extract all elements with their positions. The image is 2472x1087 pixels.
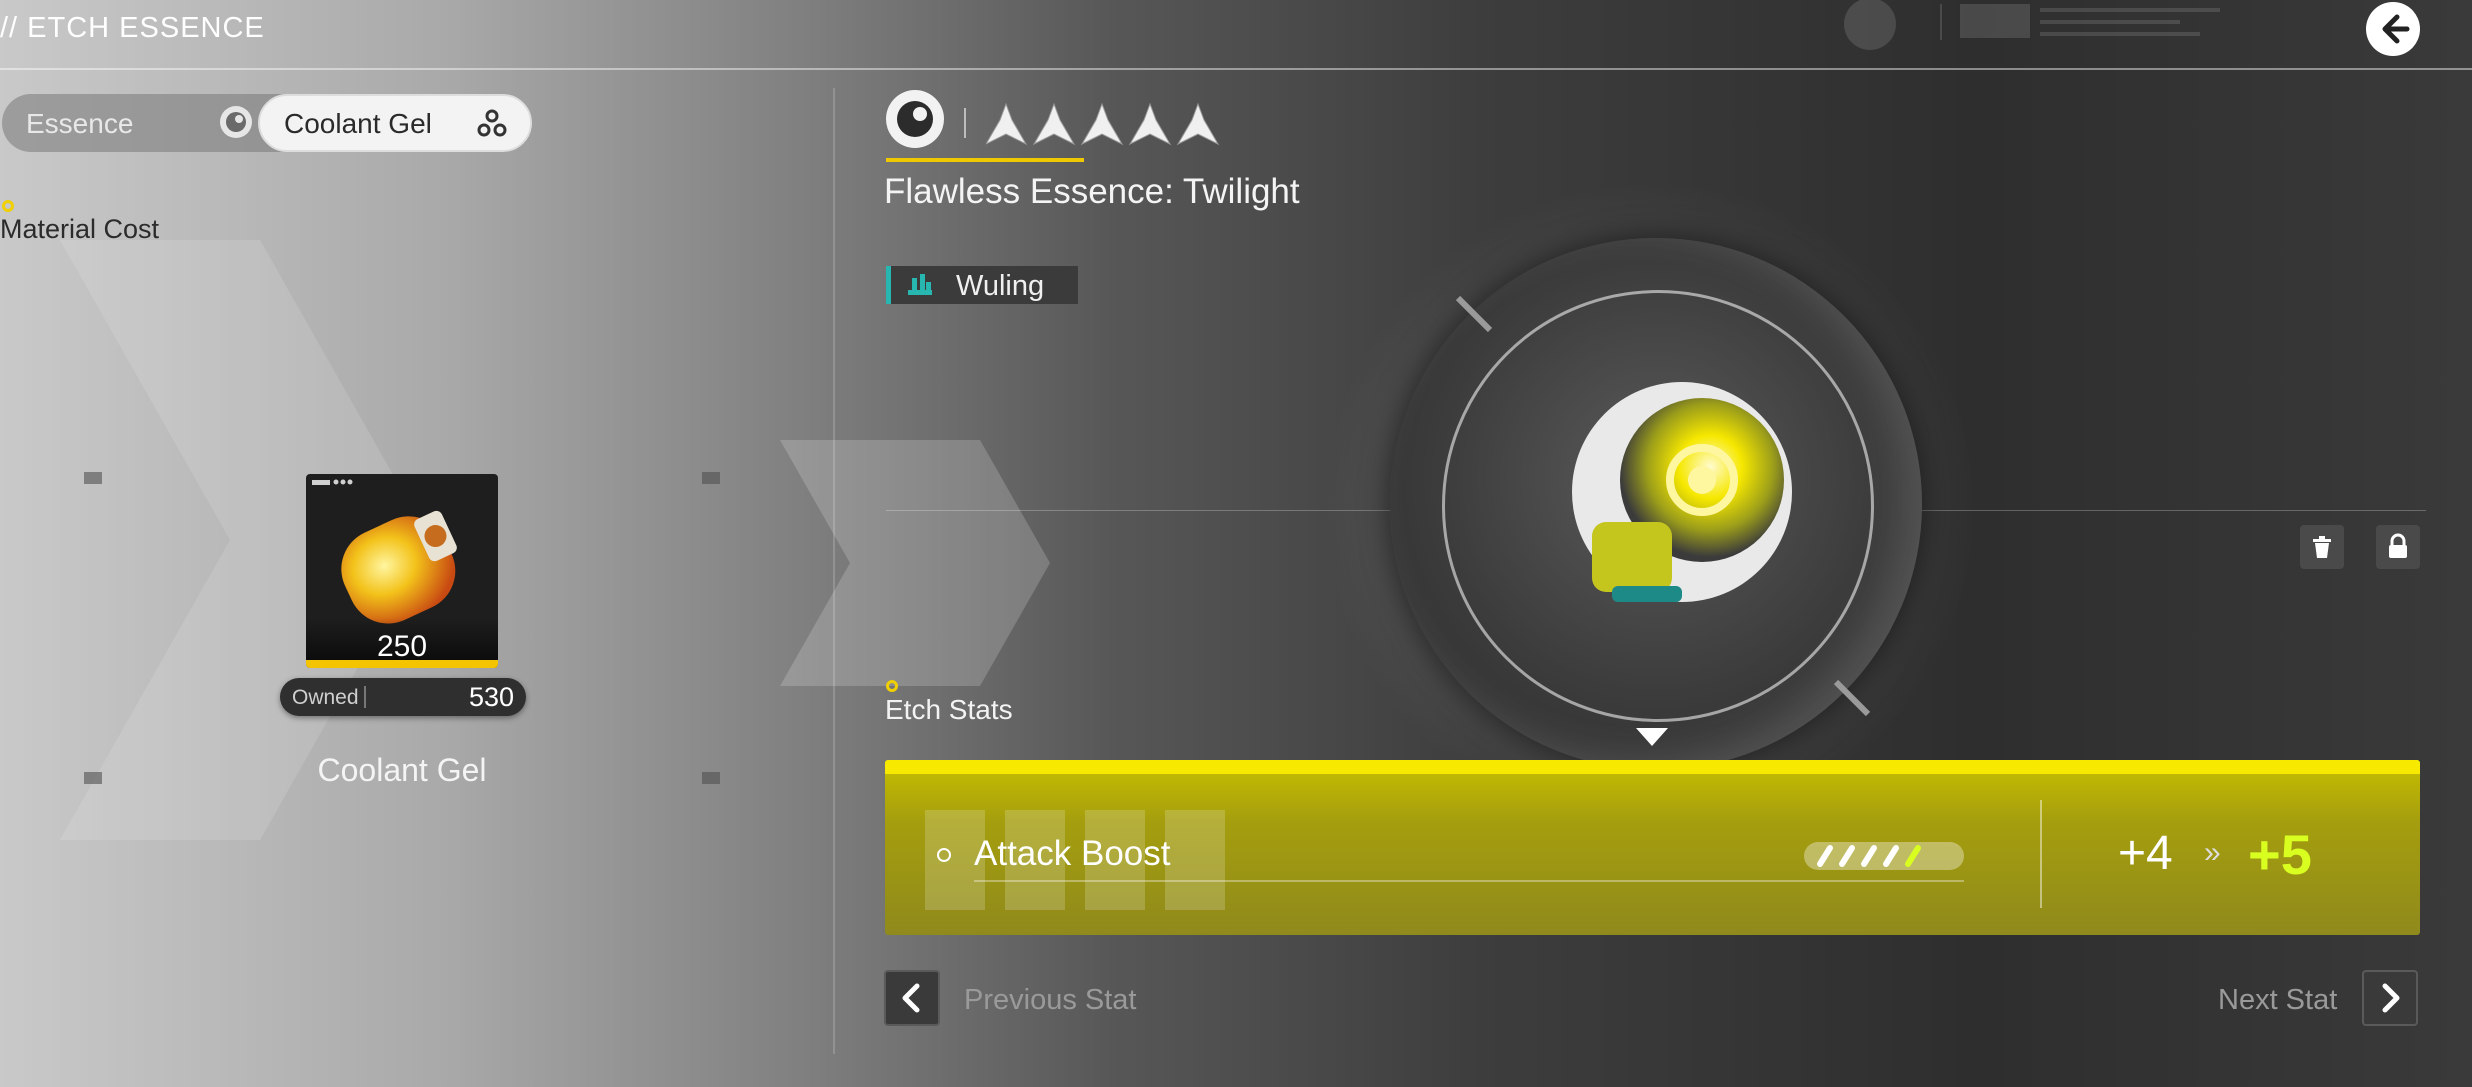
orb-tick-mark: [1455, 295, 1493, 333]
lock-icon: [2389, 533, 2407, 558]
material-quantity: 250: [376, 630, 428, 663]
level-pip: [1905, 845, 1921, 867]
previous-stat-button[interactable]: [884, 970, 940, 1026]
orb-tick-mark: [1833, 679, 1871, 717]
section-marker-icon: [2, 200, 14, 212]
tab-essence[interactable]: Essence: [26, 108, 133, 140]
rarity-stars-icon: [986, 102, 1220, 146]
header-decoration: [1844, 0, 2220, 50]
stat-level-pips: [1804, 842, 1964, 870]
next-stat-label[interactable]: Next Stat: [2218, 984, 2337, 1017]
owned-label: Owned: [292, 686, 359, 709]
level-pip: [1839, 845, 1855, 867]
tab-coolant-gel-label[interactable]: Coolant Gel: [284, 108, 432, 140]
discard-button[interactable]: [2300, 525, 2344, 569]
stat-new-value: +5: [2248, 823, 2312, 886]
essence-name: Flawless Essence: Twilight: [884, 172, 1300, 211]
stat-arrow-icon: »: [2204, 836, 2221, 869]
level-pip: [1817, 845, 1833, 867]
next-stat-button[interactable]: [2362, 970, 2418, 1026]
essence-icon[interactable]: [220, 106, 252, 138]
header-divider: [0, 68, 2472, 70]
level-pip: [1883, 845, 1899, 867]
stat-underline: [974, 880, 1964, 882]
coolant-gel-icon: [477, 109, 507, 137]
level-pips-icon: [1817, 845, 1921, 867]
owned-separator: [364, 686, 366, 708]
caret-down-icon: [1636, 728, 1668, 746]
owned-value: 530: [468, 682, 514, 712]
stat-bullet-icon: [937, 848, 951, 862]
stat-current-value: +4: [2118, 827, 2173, 880]
lock-button[interactable]: [2376, 525, 2420, 569]
level-pip: [1861, 845, 1877, 867]
stat-name: Attack Boost: [974, 834, 1171, 873]
etch-stats-label: Etch Stats: [885, 694, 1013, 725]
material-name: Coolant Gel: [317, 752, 487, 788]
panel-divider: [833, 88, 835, 1054]
stat-separator: [2040, 800, 2042, 908]
header-accent-underline: [886, 158, 1084, 162]
header-separator: [964, 108, 966, 138]
section-marker-icon: [886, 680, 898, 692]
back-arrow-icon: [2382, 14, 2410, 44]
frame-marker-icon: [84, 772, 102, 784]
chevron-right-icon: [2382, 983, 2400, 1013]
essence-type-icon: [886, 90, 944, 148]
wuling-faction-icon: [908, 274, 932, 295]
previous-stat-label[interactable]: Previous Stat: [964, 984, 1136, 1017]
back-button[interactable]: [2366, 2, 2420, 56]
page-title: // ETCH ESSENCE: [0, 12, 265, 44]
faction-label: Wuling: [956, 270, 1045, 302]
essence-orb-icon: [1572, 382, 1792, 602]
material-cost-label: Material Cost: [0, 214, 160, 244]
frame-marker-icon: [702, 472, 720, 484]
frame-marker-icon: [84, 472, 102, 484]
chevron-left-icon: [902, 983, 920, 1013]
frame-marker-icon: [702, 772, 720, 784]
trash-icon: [2313, 536, 2331, 558]
